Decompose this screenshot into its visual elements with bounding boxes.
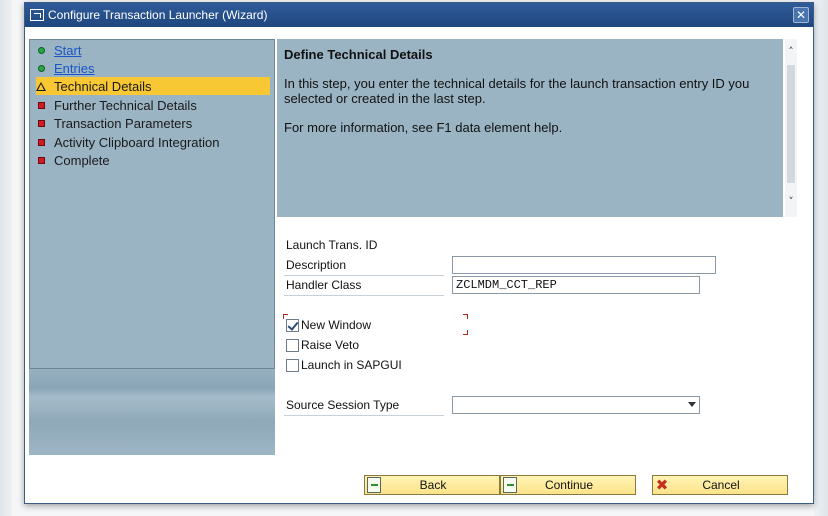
steps-sidebar: Start Entries Technical Details Further …: [29, 39, 275, 455]
step-activity-clipboard[interactable]: Activity Clipboard Integration: [36, 133, 270, 151]
cancel-x-icon: ✖: [655, 476, 669, 494]
scroll-up-icon[interactable]: ˄: [785, 45, 797, 59]
step-label: Further Technical Details: [54, 97, 197, 113]
step-label: Complete: [54, 152, 110, 168]
divider: [284, 415, 444, 416]
title-bar: Configure Transaction Launcher (Wizard) …: [25, 3, 813, 27]
continue-button-label: Continue: [544, 478, 594, 492]
info-scrollbar[interactable]: ˄ ˅: [785, 39, 797, 217]
page-edge-right: [814, 0, 828, 516]
step-entries[interactable]: Entries: [36, 59, 270, 77]
step-technical-details[interactable]: Technical Details: [36, 77, 270, 95]
description-label: Description: [286, 258, 347, 272]
window-title: Configure Transaction Launcher (Wizard): [48, 8, 268, 22]
divider: [284, 275, 444, 276]
help-hint: For more information, see F1 data elemen…: [284, 120, 563, 135]
step-start[interactable]: Start: [36, 41, 270, 59]
step-label: Transaction Parameters: [54, 115, 193, 131]
source-session-type-label: Source Session Type: [286, 398, 400, 412]
focus-corner: [463, 330, 468, 335]
step-further-technical-details[interactable]: Further Technical Details: [36, 96, 270, 114]
back-icon: [367, 477, 381, 493]
new-window-option[interactable]: New Window: [286, 317, 371, 333]
step-complete[interactable]: Complete: [36, 151, 270, 169]
launch-sapgui-checkbox[interactable]: [286, 358, 299, 372]
green-dot-icon: [36, 63, 46, 73]
step-description: In this step, you enter the technical de…: [284, 76, 750, 106]
handler-class-field[interactable]: ZCLMDM_CCT_REP: [452, 276, 700, 294]
wizard-dialog: Configure Transaction Launcher (Wizard) …: [24, 2, 814, 504]
new-window-checkbox[interactable]: [286, 318, 299, 332]
raise-veto-checkbox[interactable]: [286, 338, 299, 352]
step-label: Activity Clipboard Integration: [54, 134, 220, 150]
step-transaction-parameters[interactable]: Transaction Parameters: [36, 114, 270, 132]
green-dot-icon: [36, 45, 46, 55]
new-window-label: New Window: [301, 318, 372, 332]
raise-veto-option[interactable]: Raise Veto: [286, 337, 359, 353]
steps-list: Start Entries Technical Details Further …: [29, 39, 275, 369]
red-square-icon: [36, 118, 46, 128]
divider: [284, 295, 444, 296]
back-button[interactable]: Back: [364, 475, 500, 495]
launch-id-label: Launch Trans. ID: [286, 238, 378, 252]
step-entries-link[interactable]: Entries: [54, 61, 94, 76]
step-start-link[interactable]: Start: [54, 43, 81, 58]
scroll-thumb[interactable]: [787, 65, 795, 183]
raise-veto-label: Raise Veto: [301, 338, 360, 352]
cancel-button-label: Cancel: [702, 478, 740, 492]
chevron-down-icon[interactable]: [688, 402, 696, 407]
red-square-icon: [36, 137, 46, 147]
cancel-button[interactable]: ✖ Cancel: [652, 475, 788, 495]
window-icon: [30, 9, 44, 21]
close-button[interactable]: ✕: [793, 7, 809, 23]
step-label: Technical Details: [54, 78, 152, 94]
back-button-label: Back: [419, 478, 447, 492]
step-title: Define Technical Details: [284, 47, 433, 62]
continue-icon: [503, 477, 517, 493]
handler-class-label: Handler Class: [286, 278, 362, 292]
scroll-down-icon[interactable]: ˅: [785, 195, 797, 209]
page-edge-left: [0, 0, 12, 516]
launch-sapgui-label: Launch in SAPGUI: [301, 358, 402, 372]
red-square-icon: [36, 100, 46, 110]
step-description-panel: Define Technical Details In this step, y…: [277, 39, 783, 217]
red-square-icon: [36, 155, 46, 165]
focus-corner: [463, 314, 468, 319]
source-session-type-select[interactable]: [452, 396, 700, 414]
launch-sapgui-option[interactable]: Launch in SAPGUI: [286, 357, 402, 373]
warning-triangle-icon: [36, 81, 46, 91]
description-field[interactable]: [452, 256, 716, 274]
continue-button[interactable]: Continue: [500, 475, 636, 495]
